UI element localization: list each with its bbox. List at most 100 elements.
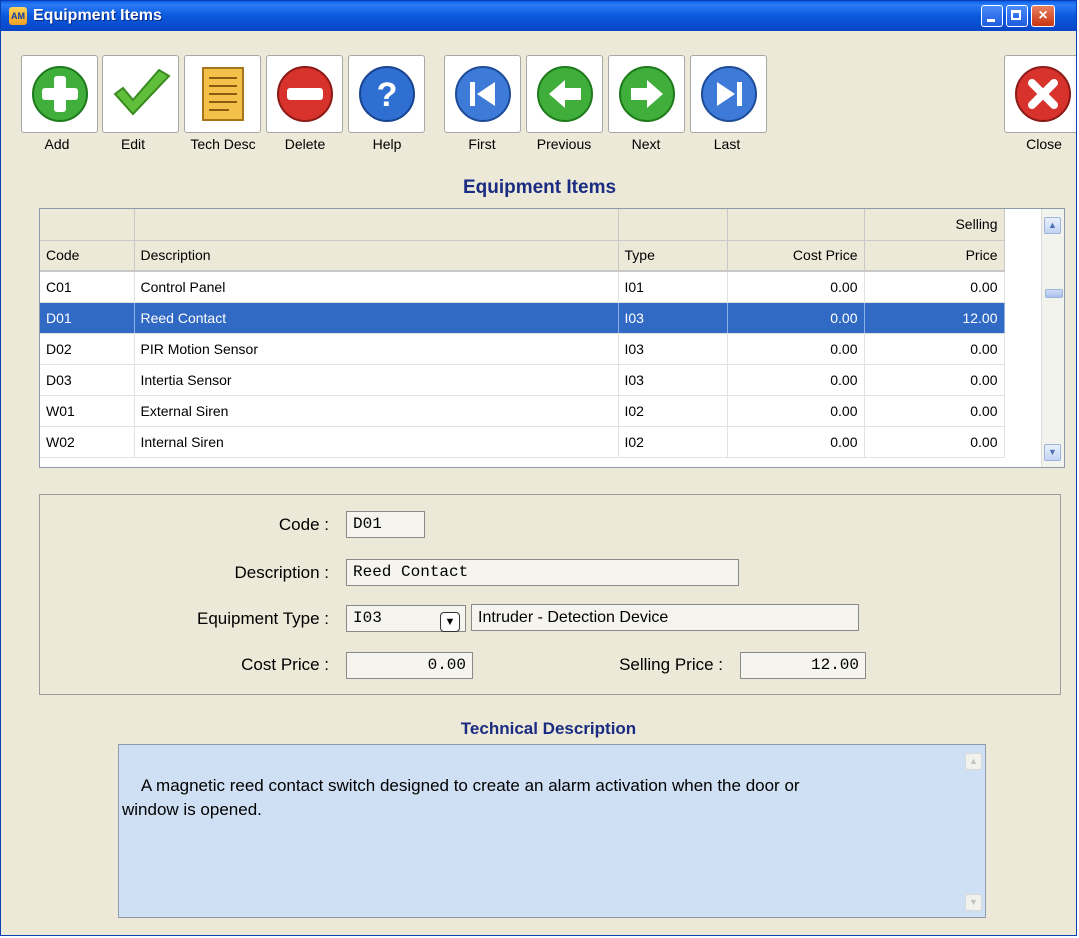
description-label: Description : — [234, 563, 329, 582]
technical-description-textarea[interactable]: A magnetic reed contact switch designed … — [118, 744, 986, 918]
add-button[interactable] — [21, 55, 98, 133]
edit-label: Edit — [120, 136, 146, 152]
header-cell — [618, 209, 728, 241]
maximize-button[interactable] — [1006, 5, 1028, 27]
edit-button[interactable] — [102, 55, 179, 133]
table-row[interactable]: D02 PIR Motion Sensor I03 0.00 0.00 — [40, 333, 1005, 365]
selling-price-field[interactable]: 12.00 — [740, 652, 866, 679]
header-cell — [727, 209, 865, 241]
cell-description: PIR Motion Sensor — [134, 333, 619, 365]
tech-scrollbar[interactable]: ▲ ▼ — [963, 745, 985, 917]
technical-description-title: Technical Description — [460, 719, 637, 738]
first-button[interactable] — [444, 55, 521, 133]
cell-cost: 0.00 — [727, 302, 865, 334]
description-field[interactable]: Reed Contact — [346, 559, 739, 586]
selling-price-label: Selling Price : — [619, 655, 723, 674]
header-cell — [134, 209, 619, 241]
table-row[interactable]: D03 Intertia Sensor I03 0.00 0.00 — [40, 364, 1005, 396]
previous-button[interactable] — [526, 55, 603, 133]
cell-selling: 0.00 — [864, 271, 1005, 303]
last-label: Last — [713, 136, 741, 152]
equipment-type-label: Equipment Type : — [197, 609, 329, 628]
cell-type: I03 — [618, 302, 728, 334]
tech-desc-button[interactable] — [184, 55, 261, 133]
table-header-row-2: Code Description Type Cost Price Price — [40, 240, 1005, 272]
cell-type: I02 — [618, 395, 728, 427]
technical-description-text: A magnetic reed contact switch designed … — [122, 776, 800, 819]
add-icon — [32, 66, 88, 122]
first-record-icon — [455, 66, 511, 122]
minimize-button[interactable] — [981, 5, 1003, 27]
header-description[interactable]: Description — [134, 240, 619, 272]
cell-type: I01 — [618, 271, 728, 303]
cell-cost: 0.00 — [727, 271, 865, 303]
cell-code: C01 — [40, 271, 135, 303]
header-selling-price[interactable]: Price — [864, 240, 1005, 272]
add-label: Add — [44, 136, 70, 152]
tech-scroll-down-button[interactable]: ▼ — [965, 894, 982, 911]
cell-selling: 0.00 — [864, 364, 1005, 396]
grid-scrollbar[interactable]: ▲ ▼ — [1041, 209, 1064, 467]
equipment-type-name: Intruder - Detection Device — [471, 604, 859, 631]
window-close-button[interactable]: × — [1031, 5, 1055, 27]
first-label: First — [468, 136, 496, 152]
close-button[interactable] — [1004, 55, 1076, 133]
edit-check-icon — [113, 68, 171, 116]
tech-desc-label: Tech Desc — [190, 136, 256, 152]
equipment-table: Selling Code Description Type Cost Price… — [40, 209, 1005, 458]
tech-scroll-up-button[interactable]: ▲ — [965, 753, 982, 770]
scroll-down-button[interactable]: ▼ — [1044, 444, 1061, 461]
cell-selling: 0.00 — [864, 426, 1005, 458]
header-code[interactable]: Code — [40, 240, 135, 272]
cell-description: Internal Siren — [134, 426, 619, 458]
scroll-thumb[interactable] — [1045, 289, 1063, 298]
cell-type: I02 — [618, 426, 728, 458]
table-row[interactable]: W01 External Siren I02 0.00 0.00 — [40, 395, 1005, 427]
next-button[interactable] — [608, 55, 685, 133]
cell-type: I03 — [618, 364, 728, 396]
close-label: Close — [1026, 136, 1062, 152]
cost-price-field[interactable]: 0.00 — [346, 652, 473, 679]
cell-selling: 0.00 — [864, 395, 1005, 427]
cell-cost: 0.00 — [727, 426, 865, 458]
cell-description: Reed Contact — [134, 302, 619, 334]
header-type[interactable]: Type — [618, 240, 728, 272]
header-selling: Selling — [864, 209, 1005, 241]
scroll-up-button[interactable]: ▲ — [1044, 217, 1061, 234]
delete-label: Delete — [284, 136, 326, 152]
delete-icon — [277, 66, 333, 122]
cell-selling: 0.00 — [864, 333, 1005, 365]
equipment-grid[interactable]: Selling Code Description Type Cost Price… — [39, 208, 1065, 468]
cell-code: W02 — [40, 426, 135, 458]
delete-button[interactable] — [266, 55, 343, 133]
next-record-icon — [619, 66, 675, 122]
equipment-items-window: AM Equipment Items × ? Add Edit Tech Des… — [0, 0, 1077, 936]
close-circle-icon — [1015, 66, 1071, 122]
help-label: Help — [372, 136, 402, 152]
page-title: Equipment Items — [462, 177, 617, 198]
header-cost-price[interactable]: Cost Price — [727, 240, 865, 272]
chevron-down-icon[interactable]: ▼ — [440, 612, 460, 632]
app-icon: AM — [9, 7, 27, 25]
cell-selling: 12.00 — [864, 302, 1005, 334]
table-row-selected[interactable]: D01 Reed Contact I03 0.00 12.00 — [40, 302, 1005, 334]
cell-code: W01 — [40, 395, 135, 427]
previous-record-icon — [537, 66, 593, 122]
help-button[interactable]: ? — [348, 55, 425, 133]
cell-code: D03 — [40, 364, 135, 396]
window-title: Equipment Items — [33, 7, 162, 24]
cell-cost: 0.00 — [727, 364, 865, 396]
tech-desc-notepad-icon — [202, 67, 244, 121]
table-row[interactable]: C01 Control Panel I01 0.00 0.00 — [40, 271, 1005, 303]
cost-price-label: Cost Price : — [241, 655, 329, 674]
previous-label: Previous — [536, 136, 592, 152]
cell-description: Control Panel — [134, 271, 619, 303]
cell-code: D01 — [40, 302, 135, 334]
cell-type: I03 — [618, 333, 728, 365]
header-cell — [40, 209, 135, 241]
last-button[interactable] — [690, 55, 767, 133]
title-bar[interactable]: AM Equipment Items × — [1, 1, 1076, 31]
table-row[interactable]: W02 Internal Siren I02 0.00 0.00 — [40, 426, 1005, 458]
help-icon: ? — [359, 66, 415, 122]
code-field[interactable]: D01 — [346, 511, 425, 538]
